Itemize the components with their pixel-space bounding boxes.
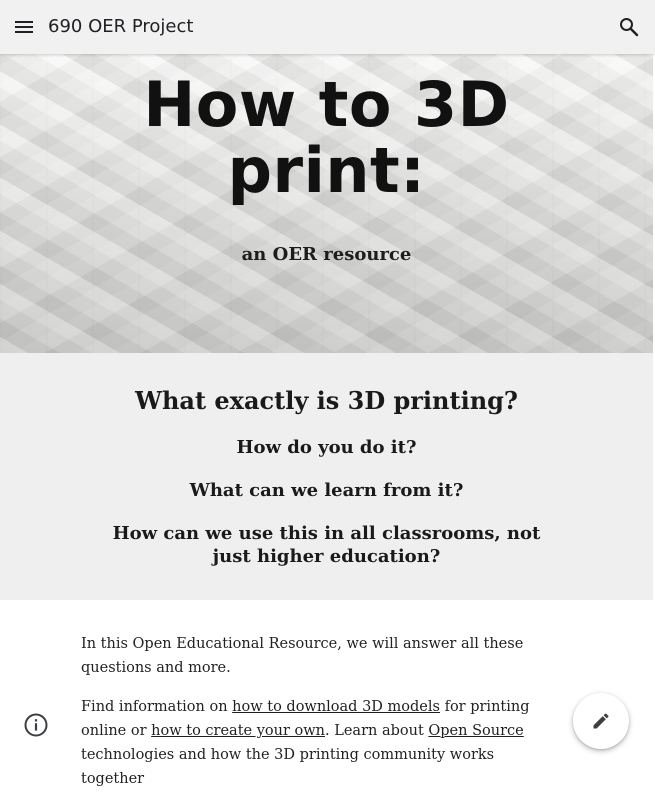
questions-section: What exactly is 3D printing? How do you …: [0, 353, 653, 600]
link-create-your-own[interactable]: how to create your own: [151, 723, 325, 739]
question-heading-how: How do you do it?: [236, 437, 417, 458]
edit-icon: [593, 713, 609, 729]
info-text-3: . Learn about: [325, 723, 429, 739]
link-open-source[interactable]: Open Source: [428, 723, 523, 739]
question-heading-learn: What can we learn from it?: [189, 480, 464, 501]
hero-banner: How to 3D print: an OER resource: [0, 54, 653, 353]
hero-title: How to 3D print:: [0, 72, 653, 204]
question-heading-classrooms: How can we use this in all classrooms, n…: [112, 523, 541, 567]
search-icon[interactable]: [617, 15, 641, 39]
top-app-bar: 690 OER Project: [0, 0, 655, 54]
info-text-1: Find information on: [81, 699, 233, 715]
info-paragraph: Find information on how to download 3D m…: [81, 695, 551, 791]
main-question-heading: What exactly is 3D printing?: [135, 386, 518, 415]
edit-button[interactable]: [573, 693, 629, 749]
site-title[interactable]: 690 OER Project: [48, 14, 193, 40]
link-download-3d-models[interactable]: how to download 3D models: [232, 699, 440, 715]
info-text-4: technologies and how the 3D printing com…: [81, 747, 495, 787]
info-icon[interactable]: [23, 712, 49, 738]
intro-paragraph: In this Open Educational Resource, we wi…: [81, 636, 524, 676]
main-content: In this Open Educational Resource, we wi…: [81, 632, 551, 806]
hero-title-line1: How to 3D: [143, 68, 510, 141]
menu-icon[interactable]: [12, 15, 36, 39]
hero-title-line2: print:: [227, 134, 426, 207]
hero-subtitle: an OER resource: [241, 244, 412, 265]
